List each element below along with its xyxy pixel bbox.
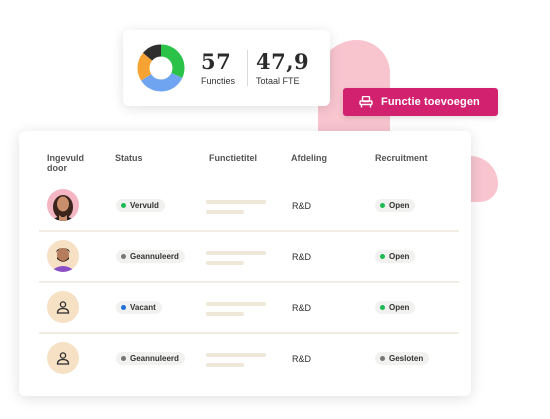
functies-stat: 57 Functies (201, 49, 236, 87)
functions-table: Ingevuld door Status Functietitel Afdeli… (19, 131, 471, 396)
status-label: Geannuleerd (130, 354, 179, 363)
title-placeholder-bar (206, 261, 244, 265)
column-header-functietitel: Functietitel (209, 153, 258, 163)
department-cell: R&D (292, 303, 312, 313)
user-icon (47, 342, 79, 374)
title-placeholder-bar (206, 210, 244, 214)
user-icon (47, 291, 79, 323)
fte-stat: 47,9 Totaal FTE (256, 49, 310, 87)
status-badge: Geannuleerd (116, 250, 185, 263)
title-placeholder-bar (206, 353, 266, 357)
column-header-status: Status (115, 153, 143, 163)
status-badge: Geannuleerd (116, 352, 185, 365)
status-label: Vervuld (130, 201, 159, 210)
recruitment-dot (380, 305, 385, 310)
recruitment-badge: Gesloten (375, 352, 430, 365)
recruitment-label: Open (389, 201, 410, 210)
status-dot (121, 356, 126, 361)
recruitment-dot (380, 203, 385, 208)
department-cell: R&D (292, 252, 312, 262)
status-label: Vacant (130, 303, 156, 312)
donut-chart (137, 44, 185, 92)
title-placeholder-bar (206, 363, 244, 367)
status-badge: Vervuld (116, 199, 165, 212)
status-dot (121, 254, 126, 259)
column-header-recruitment: Recruitment (375, 153, 428, 163)
fte-value: 47,9 (256, 49, 310, 74)
avatar (47, 240, 79, 272)
title-placeholder-bar (206, 200, 266, 204)
recruitment-label: Gesloten (389, 354, 424, 363)
recruitment-badge: Open (375, 250, 416, 263)
department-cell: R&D (292, 201, 312, 211)
status-dot (121, 203, 126, 208)
fte-label: Totaal FTE (256, 76, 300, 86)
column-header-afdeling: Afdeling (291, 153, 327, 163)
functies-label: Functies (201, 76, 236, 86)
table-row[interactable]: Vervuld R&D Open (39, 181, 459, 232)
table-row[interactable]: Vacant R&D Open (39, 283, 459, 334)
add-function-button[interactable]: Functie toevoegen (343, 88, 498, 116)
table-row[interactable]: Geannuleerd R&D Open (39, 232, 459, 283)
recruitment-badge: Open (375, 301, 416, 314)
recruitment-badge: Open (375, 199, 416, 212)
stats-card: 57 Functies 47,9 Totaal FTE (123, 30, 330, 106)
armchair-icon (359, 96, 373, 108)
title-placeholder-bar (206, 251, 266, 255)
department-cell: R&D (292, 354, 312, 364)
stat-divider (247, 50, 248, 86)
recruitment-label: Open (389, 303, 410, 312)
table-row[interactable]: Geannuleerd R&D Gesloten (39, 334, 459, 385)
add-function-label: Functie toevoegen (381, 96, 480, 108)
title-placeholder-bar (206, 302, 266, 306)
avatar (47, 189, 79, 221)
status-dot (121, 305, 126, 310)
status-badge: Vacant (116, 301, 162, 314)
status-label: Geannuleerd (130, 252, 179, 261)
column-header-ingevuld-door: Ingevuld door (47, 153, 85, 173)
recruitment-dot (380, 254, 385, 259)
recruitment-dot (380, 356, 385, 361)
functies-value: 57 (201, 49, 232, 74)
recruitment-label: Open (389, 252, 410, 261)
title-placeholder-bar (206, 312, 244, 316)
